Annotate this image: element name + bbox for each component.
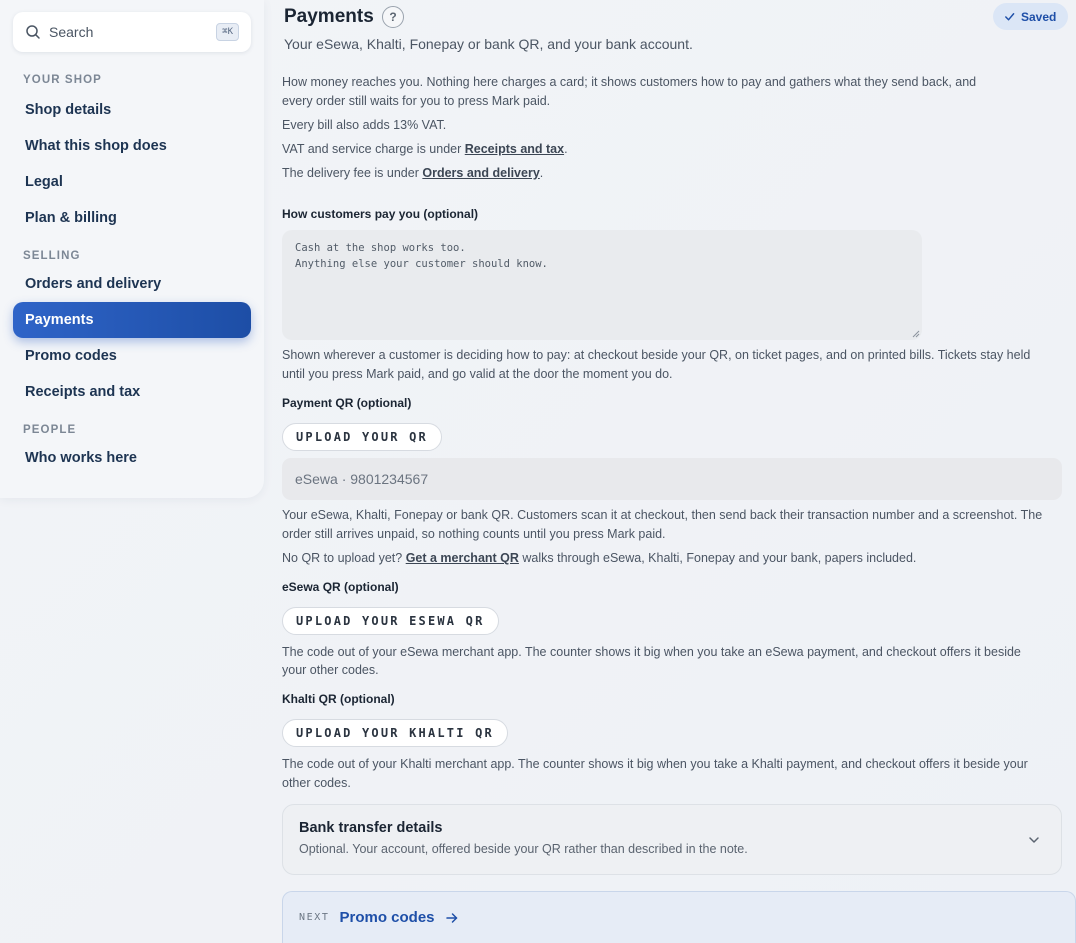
search-label: Search (49, 24, 94, 40)
saved-badge: Saved (993, 3, 1069, 30)
payment-qr-label: Payment QR (optional) (282, 396, 412, 410)
next-label: Promo codes (339, 909, 435, 926)
sidebar-item-shop-details[interactable]: Shop details (13, 92, 251, 128)
section-title-selling: SELLING (23, 250, 81, 262)
khalti-qr-label: Khalti QR (optional) (282, 692, 395, 706)
payment-qr-help-2: order still arrives unpaid, so nothing c… (282, 527, 666, 541)
how-pay-help-1: Shown wherever a customer is deciding ho… (282, 348, 1031, 362)
help-icon[interactable]: ? (382, 6, 404, 28)
sidebar-item-what-this-shop-does[interactable]: What this shop does (13, 128, 251, 164)
next-tag: NEXT (299, 912, 330, 923)
vat-note: Every bill also adds 13% VAT. (282, 118, 447, 132)
intro-line-2: every order still waits for you to press… (282, 94, 551, 108)
search-shortcut: ⌘K (216, 23, 239, 41)
how-pay-textarea[interactable]: Cash at the shop works too. Anything els… (282, 230, 922, 340)
sidebar-item-legal[interactable]: Legal (13, 164, 251, 200)
delivery-link-line: The delivery fee is under Orders and del… (282, 166, 544, 180)
sidebar-item-who-works-here[interactable]: Who works here (13, 440, 251, 476)
khalti-help-2: other codes. (282, 776, 351, 790)
get-merchant-qr-link[interactable]: Get a merchant QR (406, 551, 519, 565)
esewa-qr-label: eSewa QR (optional) (282, 580, 399, 594)
sidebar-item-promo-codes[interactable]: Promo codes (13, 338, 251, 374)
receipts-tax-link[interactable]: Receipts and tax (465, 142, 564, 156)
intro-line-1: How money reaches you. Nothing here char… (282, 75, 977, 89)
bank-transfer-desc: Optional. Your account, offered beside y… (299, 842, 748, 856)
khalti-help-1: The code out of your Khalti merchant app… (282, 757, 1028, 771)
next-page-button[interactable]: NEXT Promo codes (282, 891, 1076, 943)
check-icon (1005, 13, 1015, 21)
bank-transfer-accordion[interactable]: Bank transfer details Optional. Your acc… (282, 804, 1062, 875)
how-pay-label: How customers pay you (optional) (282, 207, 479, 221)
how-pay-help-2: until you press Mark paid, and go valid … (282, 367, 673, 381)
bank-transfer-title: Bank transfer details (299, 820, 443, 836)
no-qr-line: No QR to upload yet? Get a merchant QR w… (282, 551, 917, 565)
upload-esewa-qr-button[interactable]: UPLOAD YOUR ESEWA QR (282, 607, 499, 635)
sidebar-item-orders-delivery[interactable]: Orders and delivery (13, 266, 251, 302)
page-title: Payments (284, 6, 374, 27)
orders-delivery-link[interactable]: Orders and delivery (422, 166, 539, 180)
chevron-down-icon (1029, 837, 1039, 843)
search-button[interactable]: Search ⌘K (13, 12, 251, 52)
upload-qr-button[interactable]: UPLOAD YOUR QR (282, 423, 442, 451)
section-title-people: PEOPLE (23, 424, 77, 436)
search-icon (26, 25, 40, 39)
sidebar-item-payments[interactable]: Payments (13, 302, 251, 338)
vat-link-line: VAT and service charge is under Receipts… (282, 142, 568, 156)
resize-handle-icon[interactable] (912, 330, 920, 338)
saved-label: Saved (1021, 9, 1057, 24)
arrow-right-icon (445, 912, 457, 923)
sidebar: Search ⌘K YOUR SHOP Shop details What th… (0, 0, 264, 498)
sidebar-item-receipts-tax[interactable]: Receipts and tax (13, 374, 251, 410)
section-title-your-shop: YOUR SHOP (23, 74, 102, 86)
payment-qr-help-1: Your eSewa, Khalti, Fonepay or bank QR. … (282, 508, 1043, 522)
esewa-help-1: The code out of your eSewa merchant app.… (282, 645, 1021, 659)
upload-khalti-qr-button[interactable]: UPLOAD YOUR KHALTI QR (282, 719, 508, 747)
qr-field[interactable]: eSewa · 9801234567 (282, 458, 1062, 500)
page-subtitle: Your eSewa, Khalti, Fonepay or bank QR, … (284, 36, 693, 52)
esewa-help-2: your other codes. (282, 663, 379, 677)
sidebar-item-plan-billing[interactable]: Plan & billing (13, 200, 251, 236)
